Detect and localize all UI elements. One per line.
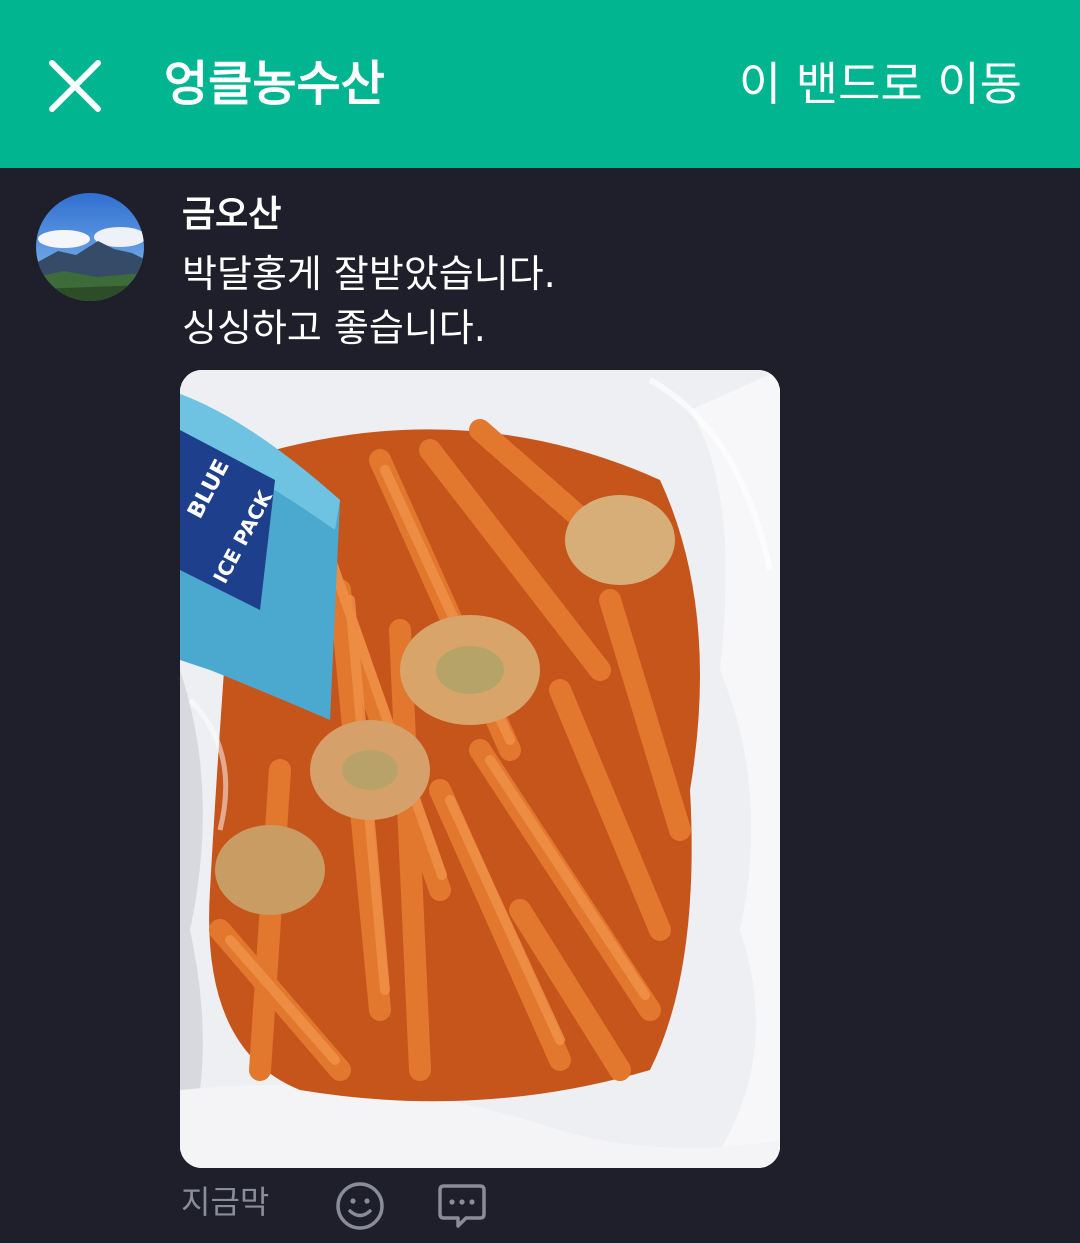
post-message-line: 싱싱하고 좋습니다.: [182, 306, 486, 350]
band-title: 엉클농수산: [164, 56, 385, 112]
post-message-line: 박달홍게 잘받았습니다.: [182, 252, 556, 296]
go-to-band-button[interactable]: 이 밴드로 이동: [739, 52, 1022, 116]
top-bar: 엉클농수산 이 밴드로 이동: [0, 0, 1080, 168]
comment-bubble-icon[interactable]: [436, 1180, 488, 1232]
author-name[interactable]: 금오산: [182, 190, 281, 240]
post-photo[interactable]: BLUE ICE PACK: [180, 370, 780, 1168]
smiley-icon[interactable]: [334, 1180, 386, 1232]
post-timestamp: 지금막: [181, 1183, 270, 1221]
avatar[interactable]: [36, 193, 144, 301]
close-icon[interactable]: [44, 55, 106, 117]
